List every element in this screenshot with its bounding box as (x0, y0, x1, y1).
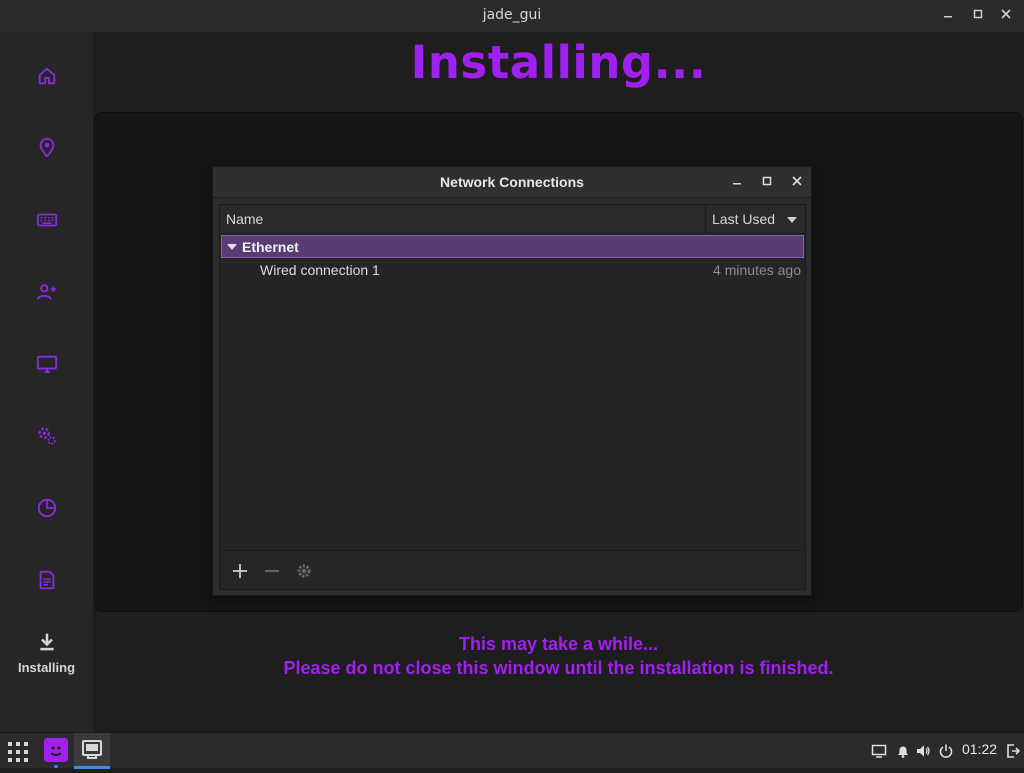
network-connections-dialog: Network Connections Name Last Used Ether… (212, 166, 812, 596)
install-wait-message: This may take a while... (458, 634, 659, 654)
minimize-button[interactable] (940, 8, 956, 24)
connection-name: Wired connection 1 (260, 262, 380, 278)
group-row-ethernet[interactable]: Ethernet (221, 235, 804, 258)
keyboard-icon (36, 213, 57, 227)
dialog-titlebar: Network Connections (213, 167, 811, 198)
window-titlebar: jade_gui (0, 0, 1024, 32)
screen-icon (871, 744, 887, 758)
taskbar-app-jade-gui[interactable] (44, 738, 68, 762)
window-title: jade_gui (482, 7, 542, 23)
bell-icon (898, 746, 908, 758)
app-grid-icon (8, 742, 28, 762)
tray-logout-button[interactable] (1004, 742, 1022, 760)
settings-gears-icon (38, 427, 56, 445)
install-warning-message: Please do not close this window until th… (283, 658, 834, 678)
list-toolbar (220, 550, 805, 589)
partition-pie-icon (37, 498, 56, 518)
dialog-close-button[interactable] (789, 174, 805, 190)
column-header-last-used-label: Last Used (712, 211, 776, 227)
expander-down-icon[interactable] (227, 244, 237, 250)
add-user-icon (36, 284, 56, 300)
sidebar-item-keyboard[interactable] (0, 200, 93, 240)
minimize-icon (733, 183, 741, 185)
tray-volume-button[interactable] (914, 742, 932, 760)
tray-notifications-button[interactable] (894, 742, 912, 760)
add-icon (233, 564, 247, 578)
column-header-last-used[interactable]: Last Used (705, 205, 805, 234)
clock[interactable]: 01:22 (962, 741, 997, 757)
tray-power-button[interactable] (937, 742, 955, 760)
sidebar-item-partitioning[interactable] (0, 488, 93, 528)
close-icon (1001, 9, 1011, 19)
location-pin-icon (39, 137, 54, 158)
sidebar-item-summary[interactable] (0, 560, 93, 600)
page-title: Installing... (410, 36, 707, 89)
sidebar-item-misc[interactable] (0, 416, 93, 456)
close-icon (792, 176, 802, 186)
dialog-minimize-button[interactable] (729, 174, 745, 190)
minimize-icon (944, 16, 952, 18)
app-launcher-button[interactable] (6, 740, 30, 764)
sidebar-item-users[interactable] (0, 272, 93, 312)
logout-icon (1007, 744, 1021, 758)
remove-icon (265, 570, 279, 572)
tray-display-button[interactable] (870, 742, 888, 760)
sort-descending-icon (787, 217, 797, 223)
maximize-icon (762, 176, 772, 186)
taskbar-app-network-connections[interactable] (74, 733, 110, 769)
power-icon (939, 744, 953, 758)
network-ethernet-icon (82, 740, 102, 759)
sidebar-item-timezone[interactable] (0, 128, 93, 168)
sidebar: Installing (0, 32, 93, 732)
sidebar-item-installing[interactable]: Installing (0, 632, 93, 675)
download-icon (39, 633, 54, 651)
column-header-name[interactable]: Name (226, 211, 263, 227)
connections-list: Name Last Used Ethernet Wired connection… (219, 204, 806, 590)
maximize-icon (973, 9, 983, 19)
add-connection-button[interactable] (229, 560, 251, 582)
group-label: Ethernet (242, 239, 299, 255)
settings-gear-icon (297, 564, 311, 578)
connection-last-used: 4 minutes ago (713, 262, 801, 278)
maximize-button[interactable] (970, 8, 986, 24)
list-header: Name Last Used (220, 205, 805, 234)
summary-document-icon (39, 570, 54, 590)
remove-connection-button[interactable] (261, 560, 283, 582)
dialog-maximize-button[interactable] (759, 174, 775, 190)
taskbar: 01:22 (0, 732, 1024, 769)
monitor-icon (36, 355, 57, 374)
jade-logo-icon (50, 746, 62, 756)
sidebar-item-welcome[interactable] (0, 56, 93, 96)
home-icon (38, 67, 55, 85)
list-item[interactable]: Wired connection 1 4 minutes ago (221, 260, 804, 282)
connection-settings-button[interactable] (293, 560, 315, 582)
close-button[interactable] (998, 8, 1014, 24)
dialog-title: Network Connections (440, 174, 584, 190)
volume-icon (917, 745, 930, 757)
sidebar-item-desktop[interactable] (0, 344, 93, 384)
sidebar-item-label: Installing (17, 660, 76, 675)
